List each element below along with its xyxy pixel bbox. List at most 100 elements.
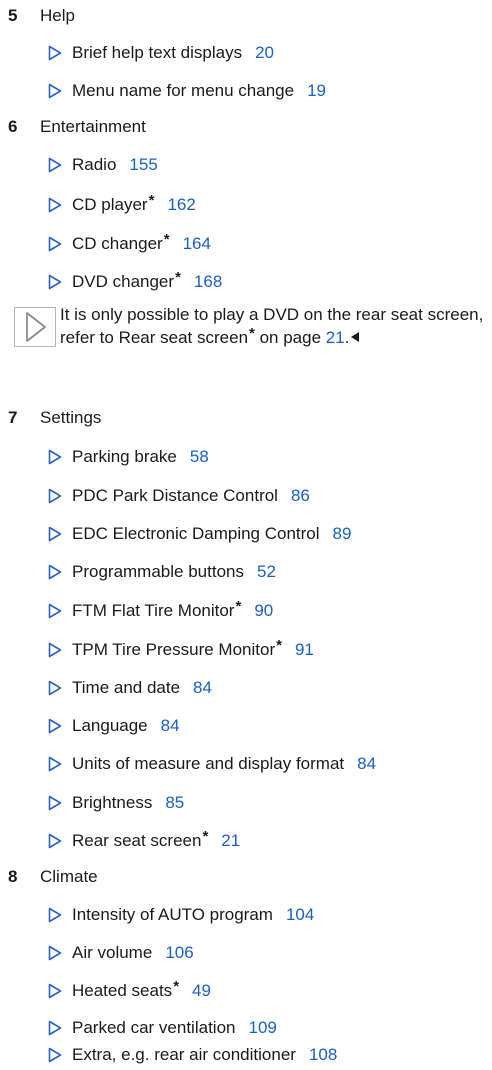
section-heading-climate: 8 Climate [8,862,98,892]
page-link[interactable]: 164 [183,234,211,254]
triangle-bullet-icon [48,642,62,658]
item-label: Air volume [72,943,153,962]
note-block: It is only possible to play a DVD on the… [14,303,484,350]
optional-equipment-star: * [148,191,155,209]
section-heading-entertainment: 6 Entertainment [8,112,146,142]
list-item: Menu name for menu change 19 [48,76,326,106]
page-link[interactable]: 108 [309,1045,337,1065]
page-link[interactable]: 89 [333,524,352,544]
page-link[interactable]: 91 [295,640,314,660]
item-label: Units of measure and display format [72,754,345,773]
page-link[interactable]: 49 [192,981,211,1001]
item-label: PDC Park Distance Control [72,486,278,505]
page-link[interactable]: 155 [129,155,157,175]
list-item: PDC Park Distance Control 86 [48,481,310,511]
triangle-bullet-icon [48,983,62,999]
triangle-bullet-icon [48,603,62,619]
list-item: DVD changer * 168 [48,267,222,297]
item-label: Parked car ventilation [72,1018,236,1037]
triangle-bullet-icon [48,236,62,252]
list-item: Language 84 [48,711,180,741]
triangle-bullet-icon [48,833,62,849]
list-item: Extra, e.g. rear air conditioner 108 [48,1040,337,1070]
item-label: Extra, e.g. rear air conditioner [72,1045,296,1064]
page-link[interactable]: 20 [255,43,274,63]
optional-equipment-star: * [235,597,242,615]
section-title: Help [40,6,75,25]
page-link[interactable]: 21 [221,831,240,851]
section-number: 8 [8,867,18,886]
page-link[interactable]: 52 [257,562,276,582]
list-item: Radio 155 [48,150,158,180]
section-number: 6 [8,117,18,136]
page-link[interactable]: 86 [291,486,310,506]
note-text-middle: on page [254,328,326,347]
page-link[interactable]: 84 [357,754,376,774]
page-link[interactable]: 90 [254,601,273,621]
list-item: Intensity of AUTO program 104 [48,900,314,930]
optional-equipment-star: * [249,325,255,342]
page-link[interactable]: 168 [194,272,222,292]
triangle-bullet-icon [48,907,62,923]
list-item: Brief help text displays 20 [48,38,274,68]
triangle-bullet-icon [48,45,62,61]
list-item: Units of measure and display format 84 [48,749,376,779]
list-item: Air volume 106 [48,938,194,968]
triangle-bullet-icon [48,83,62,99]
page-link[interactable]: 58 [190,447,209,467]
item-label: Brightness [72,793,153,812]
optional-equipment-star: * [276,636,282,654]
triangle-bullet-icon [48,945,62,961]
page-link[interactable]: 104 [286,905,314,925]
page-link[interactable]: 162 [167,195,195,215]
page-link[interactable]: 19 [307,81,326,101]
triangle-bullet-icon [48,795,62,811]
page-link[interactable]: 106 [165,943,193,963]
item-label: Intensity of AUTO program [72,905,273,924]
item-label: Menu name for menu change [72,81,295,100]
list-item: Heated seats * 49 [48,976,211,1006]
list-item: Time and date 84 [48,673,212,703]
list-item: Parking brake 58 [48,442,209,472]
manual-page: 5 Help Brief help text displays 20 Menu … [0,0,492,1064]
triangle-bullet-icon [48,197,62,213]
list-item: CD changer * 164 [48,229,211,259]
item-label: Time and date [72,678,181,697]
page-link[interactable]: 21 [326,328,345,347]
optional-equipment-star: * [202,827,209,845]
section-number: 5 [8,6,18,25]
page-link[interactable]: 109 [248,1018,276,1038]
triangle-bullet-icon [48,756,62,772]
item-label: TPM Tire Pressure Monitor [72,640,276,659]
page-link[interactable]: 85 [165,793,184,813]
item-label: CD player [72,195,148,214]
item-label: DVD changer [72,272,175,291]
triangle-bullet-icon [48,526,62,542]
page-link[interactable]: 84 [193,678,212,698]
triangle-bullet-icon [48,274,62,290]
item-label: Radio [72,155,117,174]
item-label: Programmable buttons [72,562,244,581]
list-item: Parked car ventilation 109 [48,1013,277,1043]
section-title: Climate [40,867,98,886]
item-label: FTM Flat Tire Monitor [72,601,235,620]
item-label: Rear seat screen [72,831,202,850]
section-number: 7 [8,408,18,427]
end-of-note-icon [351,332,360,342]
list-item: Brightness 85 [48,788,184,818]
list-item: FTM Flat Tire Monitor * 90 [48,596,273,626]
page-link[interactable]: 84 [161,716,180,736]
note-text-end: . [344,328,350,347]
triangle-bullet-icon [48,157,62,173]
triangle-bullet-icon [48,1047,62,1063]
triangle-bullet-icon [48,1020,62,1036]
section-heading-help: 5 Help [8,1,75,31]
item-label: Heated seats [72,981,173,1000]
optional-equipment-star: * [175,268,181,286]
list-item: Rear seat screen * 21 [48,826,240,856]
triangle-bullet-icon [48,564,62,580]
item-label: CD changer [72,234,163,253]
section-title: Settings [40,408,102,427]
list-item: Programmable buttons 52 [48,557,276,587]
item-label: Language [72,716,148,735]
